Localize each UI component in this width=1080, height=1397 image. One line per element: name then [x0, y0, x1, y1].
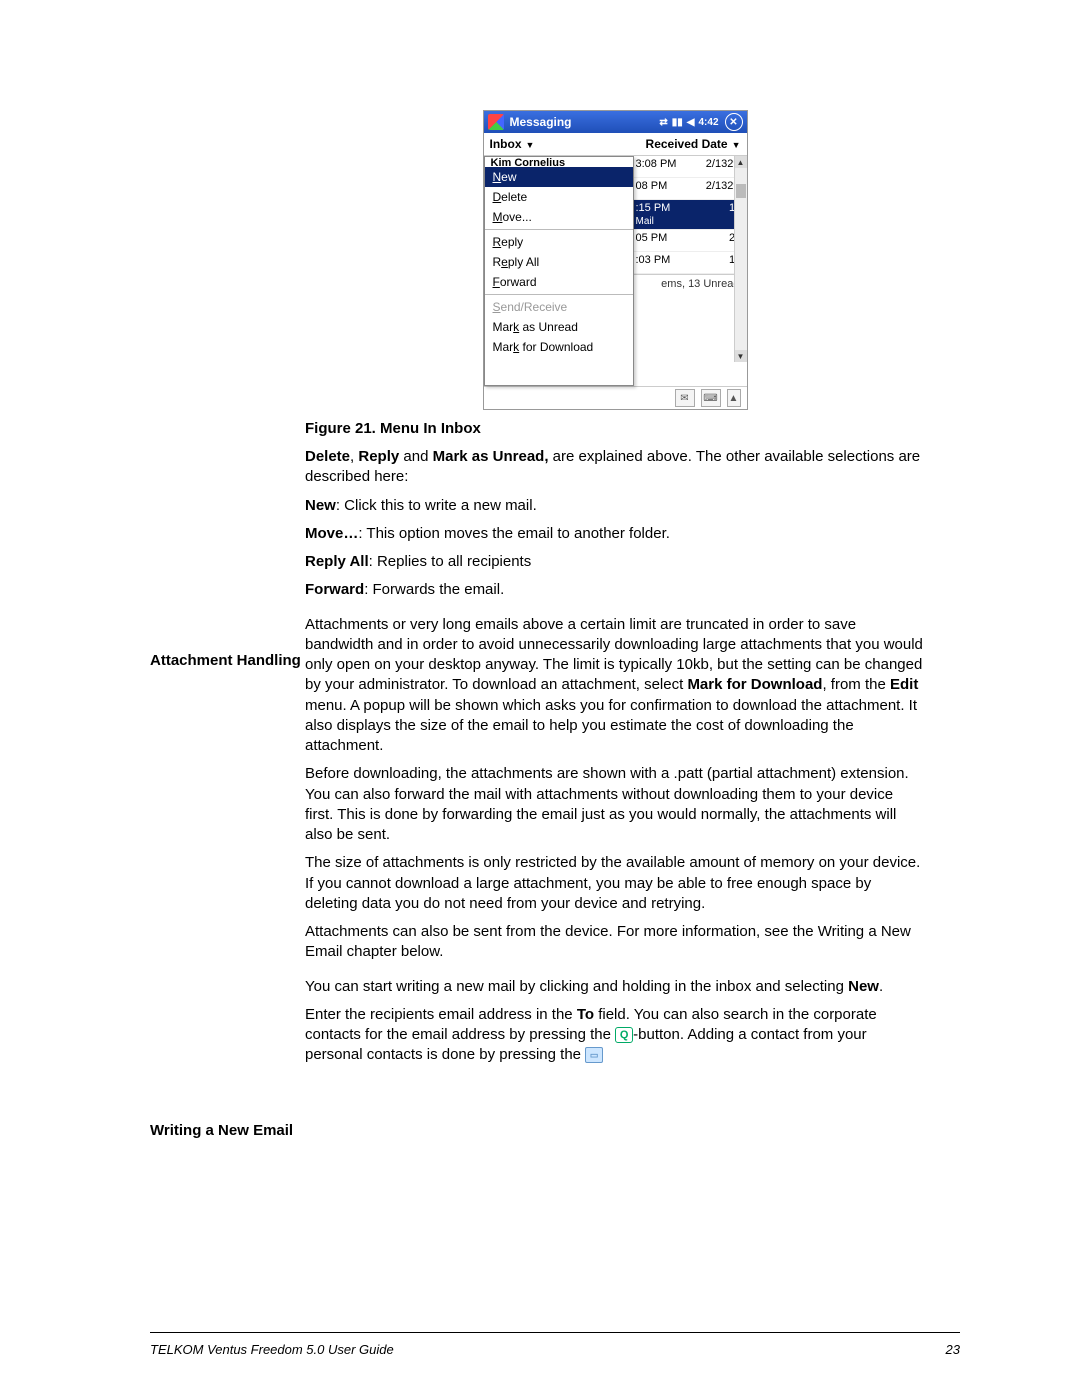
mail-row[interactable]: :15 PM1K Mail [634, 200, 747, 230]
paragraph: Enter the recipients email address in th… [305, 1005, 925, 1066]
menu-mark-download[interactable]: Mark for Download [485, 337, 633, 357]
context-menu: Kim Cornelius New Delete Move... Reply R… [484, 156, 634, 386]
figure-caption: Figure 21. Menu In Inbox [305, 420, 925, 437]
scrollbar[interactable]: ▲ ▼ [734, 156, 747, 362]
menu-delete[interactable]: Delete [485, 187, 633, 207]
expand-up-icon[interactable]: ▲ [727, 389, 741, 407]
paragraph: Move…: This option moves the email to an… [305, 524, 925, 544]
footer-title: TELKOM Ventus Freedom 5.0 User Guide [150, 1342, 394, 1357]
paragraph: The size of attachments is only restrict… [305, 853, 925, 914]
menu-send-receive: Send/Receive [485, 297, 633, 317]
scroll-up-icon[interactable]: ▲ [735, 156, 747, 168]
search-contact-icon: Q [615, 1027, 633, 1043]
mail-list: 3:08 PM2/1329I 08 PM2/1329I :15 PM1K Mai… [634, 156, 747, 386]
device-titlebar: Messaging ⇄ ▮▮ ◀ 4:42 ✕ [484, 111, 747, 133]
close-icon[interactable]: ✕ [725, 113, 743, 131]
paragraph: Attachments or very long emails above a … [305, 615, 925, 757]
menu-move[interactable]: Move... [485, 207, 633, 227]
menu-forward[interactable]: Forward [485, 272, 633, 292]
scroll-thumb[interactable] [736, 184, 746, 198]
new-mail-icon[interactable]: ✉ [675, 389, 695, 407]
bottom-toolbar: ✉ ⌨ ▲ [484, 386, 747, 409]
status-text: ems, 13 Unread. [634, 274, 747, 293]
folder-dropdown[interactable]: Inbox▼ [490, 137, 535, 151]
paragraph: You can start writing a new mail by clic… [305, 977, 925, 997]
clock-time: 4:42 [698, 117, 718, 128]
section-heading: Attachment Handling [150, 652, 325, 669]
paragraph: Reply All: Replies to all recipients [305, 552, 925, 572]
paragraph: New: Click this to write a new mail. [305, 496, 925, 516]
speaker-icon: ◀ [687, 117, 695, 128]
menu-new[interactable]: New [485, 167, 633, 187]
footer-rule [150, 1332, 960, 1333]
paragraph: Attachments can also be sent from the de… [305, 922, 925, 963]
mail-row[interactable]: 08 PM2/1329I [634, 178, 747, 200]
sync-icon: ⇄ [659, 117, 667, 128]
section-heading: Writing a New Email [150, 1122, 325, 1139]
page-footer: TELKOM Ventus Freedom 5.0 User Guide 23 [150, 1342, 960, 1357]
page-number: 23 [946, 1342, 960, 1357]
menu-reply[interactable]: Reply [485, 232, 633, 252]
menu-mark-unread[interactable]: Mark as Unread [485, 317, 633, 337]
paragraph: Forward: Forwards the email. [305, 580, 925, 600]
sort-dropdown[interactable]: Received Date▼ [646, 137, 741, 151]
windows-flag-icon [488, 114, 504, 130]
mail-row[interactable]: 05 PM2K [634, 230, 747, 252]
sender-cutoff: Kim Cornelius [485, 157, 633, 167]
app-title: Messaging [510, 115, 572, 129]
paragraph: Before downloading, the attachments are … [305, 764, 925, 845]
device-screenshot: Messaging ⇄ ▮▮ ◀ 4:42 ✕ Inbox▼ Received … [483, 110, 748, 410]
menu-reply-all[interactable]: Reply All [485, 252, 633, 272]
scroll-down-icon[interactable]: ▼ [735, 350, 747, 362]
paragraph: Delete, Reply and Mark as Unread, are ex… [305, 447, 925, 488]
folder-header: Inbox▼ Received Date▼ [484, 133, 747, 156]
keyboard-icon[interactable]: ⌨ [701, 389, 721, 407]
contact-card-icon: ▭ [585, 1047, 603, 1063]
signal-icon: ▮▮ [672, 117, 683, 128]
mail-row[interactable]: :03 PM1K [634, 252, 747, 274]
mail-row[interactable]: 3:08 PM2/1329I [634, 156, 747, 178]
